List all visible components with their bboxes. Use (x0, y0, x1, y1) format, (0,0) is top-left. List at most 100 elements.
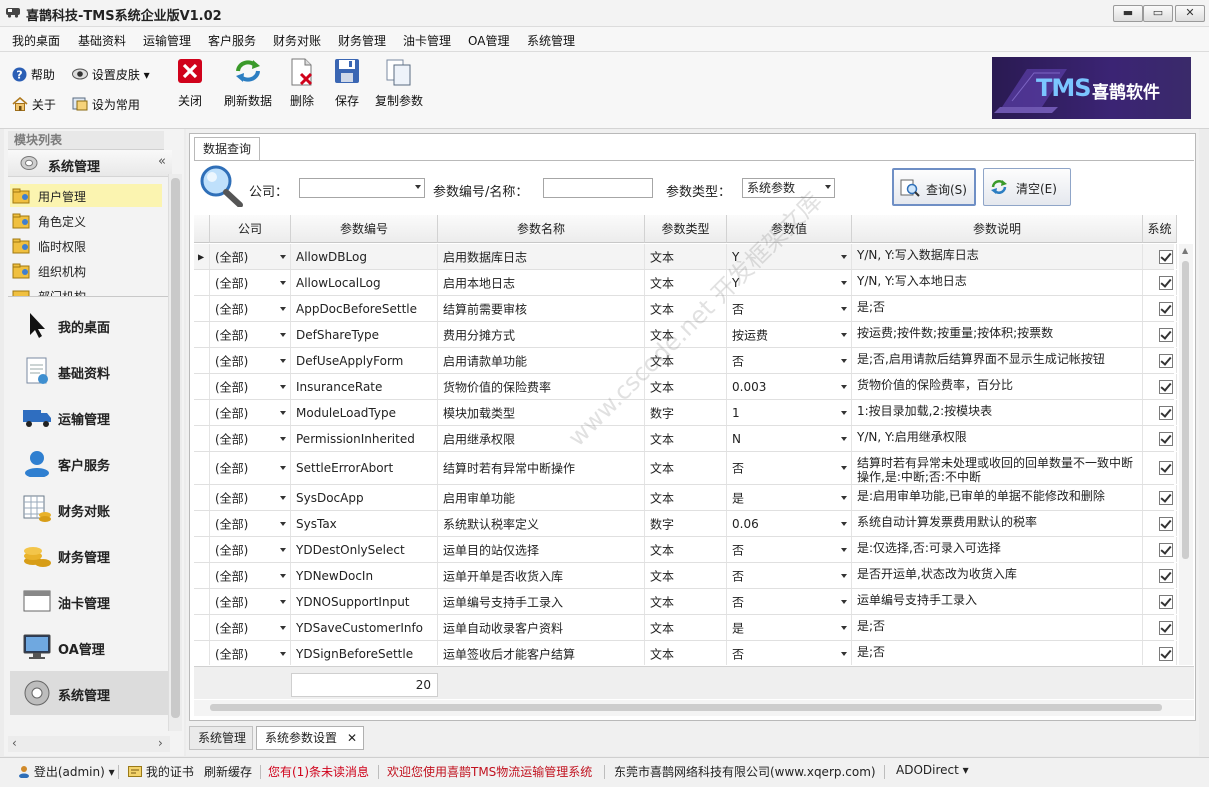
cell-param-type[interactable]: 文本 (645, 563, 727, 588)
bottom-tab-system-params[interactable]: 系统参数设置 ✕ (256, 726, 364, 750)
menu-customer-service[interactable]: 客户服务 (208, 32, 256, 49)
minimize-button[interactable]: ▬ (1113, 5, 1143, 22)
cell-param-value[interactable]: 是 (727, 485, 852, 510)
row-indicator[interactable] (194, 348, 210, 373)
chevron-down-icon[interactable] (841, 254, 847, 259)
ado-dropdown[interactable]: ADODirect ▾ (896, 763, 969, 777)
cell-param-desc[interactable]: 是:仅选择,否:可录入可选择 (852, 537, 1143, 562)
scroll-right-icon[interactable]: › (158, 736, 163, 750)
param-code-input[interactable] (543, 178, 653, 198)
cell-param-value[interactable]: 否 (727, 641, 852, 665)
scroll-up-icon[interactable]: ▲ (1182, 246, 1188, 255)
row-indicator[interactable] (194, 426, 210, 451)
cell-param-desc[interactable]: 是:启用审单功能,已审单的单据不能修改和删除 (852, 485, 1143, 510)
grid-scroll-thumb[interactable] (1182, 261, 1189, 559)
collapse-icon[interactable]: « (158, 154, 166, 169)
row-indicator[interactable] (194, 400, 210, 425)
cell-param-name[interactable]: 运单编号支持手工录入 (438, 589, 645, 614)
table-row[interactable]: (全部) YDNOSupportInput 运单编号支持手工录入 文本 否 运单编号支持手… (194, 589, 1177, 615)
cell-param-code[interactable]: YDDestOnlySelect (291, 537, 438, 562)
menu-system[interactable]: 系统管理 (527, 32, 575, 49)
cell-param-value[interactable]: 1 (727, 400, 852, 425)
system-group-header[interactable]: 系统管理 « (8, 150, 172, 177)
tree-item-role-definition[interactable]: 角色定义 (10, 209, 162, 232)
nav-oa[interactable]: OA管理 (10, 625, 170, 669)
cell-company[interactable]: (全部) (210, 615, 291, 640)
header-system[interactable]: 系统 (1143, 215, 1177, 243)
table-row[interactable]: (全部) InsuranceRate 货物价值的保险费率 文本 0.003 货物价值的保险… (194, 374, 1177, 400)
system-checkbox[interactable] (1159, 249, 1173, 264)
cell-param-code[interactable]: YDNewDocIn (291, 563, 438, 588)
system-checkbox[interactable] (1159, 353, 1173, 368)
system-checkbox[interactable] (1159, 646, 1173, 661)
table-row[interactable]: (全部) PermissionInherited 启用继承权限 文本 N Y/N, Y:启… (194, 426, 1177, 452)
menu-finance-reconcile[interactable]: 财务对账 (273, 32, 321, 49)
cell-company[interactable]: (全部) (210, 452, 291, 484)
cell-param-name[interactable]: 启用继承权限 (438, 426, 645, 451)
system-checkbox[interactable] (1159, 620, 1173, 635)
cell-param-desc[interactable]: 按运费;按件数;按重量;按体积;按票数 (852, 322, 1143, 347)
table-row[interactable]: (全部) YDDestOnlySelect 运单目的站仅选择 文本 否 是:仅选择,否:可… (194, 537, 1177, 563)
help-button[interactable]: ? 帮助 (12, 66, 55, 83)
cell-param-desc[interactable]: Y/N, Y:启用继承权限 (852, 426, 1143, 451)
cell-param-type[interactable]: 数字 (645, 400, 727, 425)
cell-param-desc[interactable]: 是;否 (852, 641, 1143, 665)
cell-param-type[interactable]: 文本 (645, 452, 727, 484)
cell-company[interactable]: (全部) (210, 322, 291, 347)
chevron-down-icon[interactable] (841, 436, 847, 441)
tree-item-department[interactable]: 部门机构 (10, 284, 162, 296)
row-indicator[interactable] (194, 511, 210, 536)
menu-desktop[interactable]: 我的桌面 (12, 32, 60, 49)
cell-param-code[interactable]: YDSaveCustomerInfo (291, 615, 438, 640)
grid-vertical-scrollbar[interactable]: ▲ ▼ (1179, 244, 1193, 665)
chevron-down-icon[interactable] (841, 495, 847, 500)
cell-company[interactable]: (全部) (210, 511, 291, 536)
chevron-down-icon[interactable] (280, 306, 286, 311)
chevron-down-icon[interactable] (280, 254, 286, 259)
chevron-down-icon[interactable] (280, 547, 286, 552)
cell-param-code[interactable]: AllowLocalLog (291, 270, 438, 295)
cell-param-desc[interactable]: Y/N, Y:写入数据库日志 (852, 244, 1143, 269)
cell-company[interactable]: (全部) (210, 537, 291, 562)
chevron-down-icon[interactable] (841, 547, 847, 552)
system-checkbox[interactable] (1159, 542, 1173, 557)
cell-param-code[interactable]: AllowDBLog (291, 244, 438, 269)
certificate-button[interactable]: 我的证书 (128, 763, 194, 780)
cell-param-type[interactable]: 文本 (645, 615, 727, 640)
skin-dropdown[interactable]: 设置皮肤 ▾ (72, 66, 150, 83)
cell-company[interactable]: (全部) (210, 348, 291, 373)
cell-company[interactable]: (全部) (210, 589, 291, 614)
row-indicator[interactable] (194, 485, 210, 510)
chevron-down-icon[interactable] (841, 521, 847, 526)
chevron-down-icon[interactable] (280, 495, 286, 500)
chevron-down-icon[interactable] (841, 280, 847, 285)
menu-oa[interactable]: OA管理 (468, 32, 509, 49)
cell-param-name[interactable]: 启用数据库日志 (438, 244, 645, 269)
table-row[interactable]: (全部) YDSignBeforeSettle 运单签收后才能客户结算 文本 否 是;否 (194, 641, 1177, 665)
query-button[interactable]: 查询(S) (892, 168, 976, 206)
system-checkbox[interactable] (1159, 568, 1173, 583)
cell-param-code[interactable]: SysTax (291, 511, 438, 536)
system-checkbox[interactable] (1159, 431, 1173, 446)
cell-param-name[interactable]: 费用分摊方式 (438, 322, 645, 347)
system-checkbox[interactable] (1159, 490, 1173, 505)
cell-param-value[interactable]: 否 (727, 296, 852, 321)
cell-param-value[interactable]: 否 (727, 589, 852, 614)
cell-param-code[interactable]: SettleErrorAbort (291, 452, 438, 484)
cell-company[interactable]: (全部) (210, 374, 291, 399)
close-tool-button[interactable]: 关闭 (175, 58, 205, 109)
cell-param-name[interactable]: 启用审单功能 (438, 485, 645, 510)
system-checkbox[interactable] (1159, 594, 1173, 609)
chevron-down-icon[interactable] (841, 306, 847, 311)
chevron-down-icon[interactable] (280, 280, 286, 285)
nav-basic-data[interactable]: 基础资料 (10, 349, 170, 393)
table-row[interactable]: ▶ (全部) AllowDBLog 启用数据库日志 文本 Y Y/N, Y:写入数据库日志 (194, 244, 1177, 270)
cell-param-name[interactable]: 启用请款单功能 (438, 348, 645, 373)
cell-company[interactable]: (全部) (210, 641, 291, 665)
cell-param-desc[interactable]: 结算时若有异常未处理或收回的回单数量不一致中断操作,是:中断;否:不中断 (852, 452, 1143, 484)
chevron-down-icon[interactable] (280, 358, 286, 363)
table-row[interactable]: (全部) YDSaveCustomerInfo 运单自动收录客户资料 文本 是 是;否 (194, 615, 1177, 641)
cell-company[interactable]: (全部) (210, 563, 291, 588)
row-indicator[interactable] (194, 589, 210, 614)
cell-company[interactable]: (全部) (210, 296, 291, 321)
